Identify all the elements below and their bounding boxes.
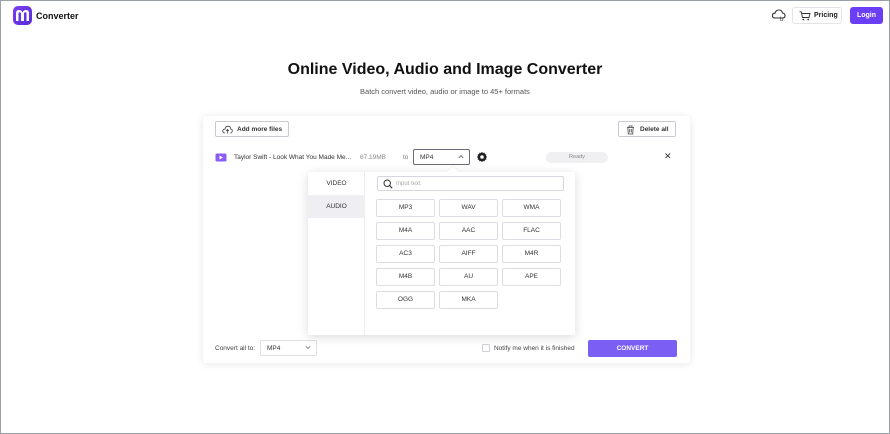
format-option[interactable]: M4B (376, 268, 435, 286)
page-title: Online Video, Audio and Image Converter (287, 61, 603, 78)
format-option[interactable]: AAC (439, 222, 498, 240)
brand-name: Converter (36, 11, 79, 21)
convert-all-value: MP4 (267, 345, 281, 352)
format-search-input[interactable] (396, 179, 556, 189)
format-option[interactable]: OGG (376, 291, 435, 309)
to-label: to (403, 154, 409, 161)
file-name: Taylor Swift - Look What You Made Me... (234, 154, 352, 161)
cloud-upload-icon (222, 125, 233, 134)
convert-all-select[interactable]: MP4 (260, 340, 317, 356)
cloud-storage-button[interactable]: b (771, 7, 787, 23)
file-size: 67.19MB (360, 154, 387, 161)
format-option[interactable]: MKA (439, 291, 498, 309)
bottom-bar: Convert all to: MP4 Notify me when it is… (203, 340, 690, 358)
notify-checkbox[interactable] (482, 344, 490, 352)
video-file-icon (215, 153, 227, 162)
gear-icon[interactable] (476, 151, 488, 163)
format-option[interactable]: MP3 (376, 199, 435, 217)
format-dropdown: VIDEO AUDIO MP3 WAV WMA M4A AAC FLAC AC3… (308, 172, 575, 335)
format-option[interactable]: APE (502, 268, 561, 286)
format-search[interactable] (377, 176, 564, 191)
add-files-label: Add more files (237, 126, 283, 133)
file-row: Taylor Swift - Look What You Made Me... … (203, 149, 690, 167)
search-icon (383, 179, 393, 189)
convert-all-label: Convert all to: (215, 345, 256, 352)
format-option[interactable]: M4A (376, 222, 435, 240)
notify-label: Notify me when it is finished (494, 345, 575, 352)
convert-button[interactable]: CONVERT (588, 340, 677, 357)
logo-m-icon (16, 10, 29, 21)
format-option[interactable]: AIFF (439, 245, 498, 263)
format-category-list: VIDEO AUDIO (308, 172, 365, 335)
format-option[interactable]: FLAC (502, 222, 561, 240)
app-logo[interactable] (13, 6, 32, 25)
format-option[interactable]: AU (439, 268, 498, 286)
chevron-down-icon (305, 345, 311, 350)
top-header: Converter b Pricing Login (1, 1, 889, 31)
cloud-icon: b (771, 9, 786, 23)
remove-file-button[interactable]: ✕ (664, 151, 672, 162)
delete-all-button[interactable]: Delete all (618, 121, 676, 137)
cart-icon (799, 11, 811, 21)
pricing-button[interactable]: Pricing (792, 7, 842, 24)
format-option[interactable]: AC3 (376, 245, 435, 263)
login-button[interactable]: Login (850, 7, 883, 24)
format-option[interactable]: WMA (502, 199, 561, 217)
status-badge: Ready (546, 152, 608, 163)
format-option[interactable]: M4R (502, 245, 561, 263)
chevron-up-icon (458, 154, 464, 159)
output-format-value: MP4 (420, 154, 434, 161)
pricing-label: Pricing (814, 12, 838, 19)
delete-all-label: Delete all (640, 126, 669, 133)
trash-icon (627, 125, 634, 135)
page-subtitle: Batch convert video, audio or image to 4… (360, 87, 530, 96)
format-option[interactable]: WAV (439, 199, 498, 217)
category-audio[interactable]: AUDIO (308, 195, 365, 218)
category-video[interactable]: VIDEO (308, 172, 365, 195)
output-format-select[interactable]: MP4 (413, 149, 470, 165)
add-more-files-button[interactable]: Add more files (215, 121, 289, 137)
